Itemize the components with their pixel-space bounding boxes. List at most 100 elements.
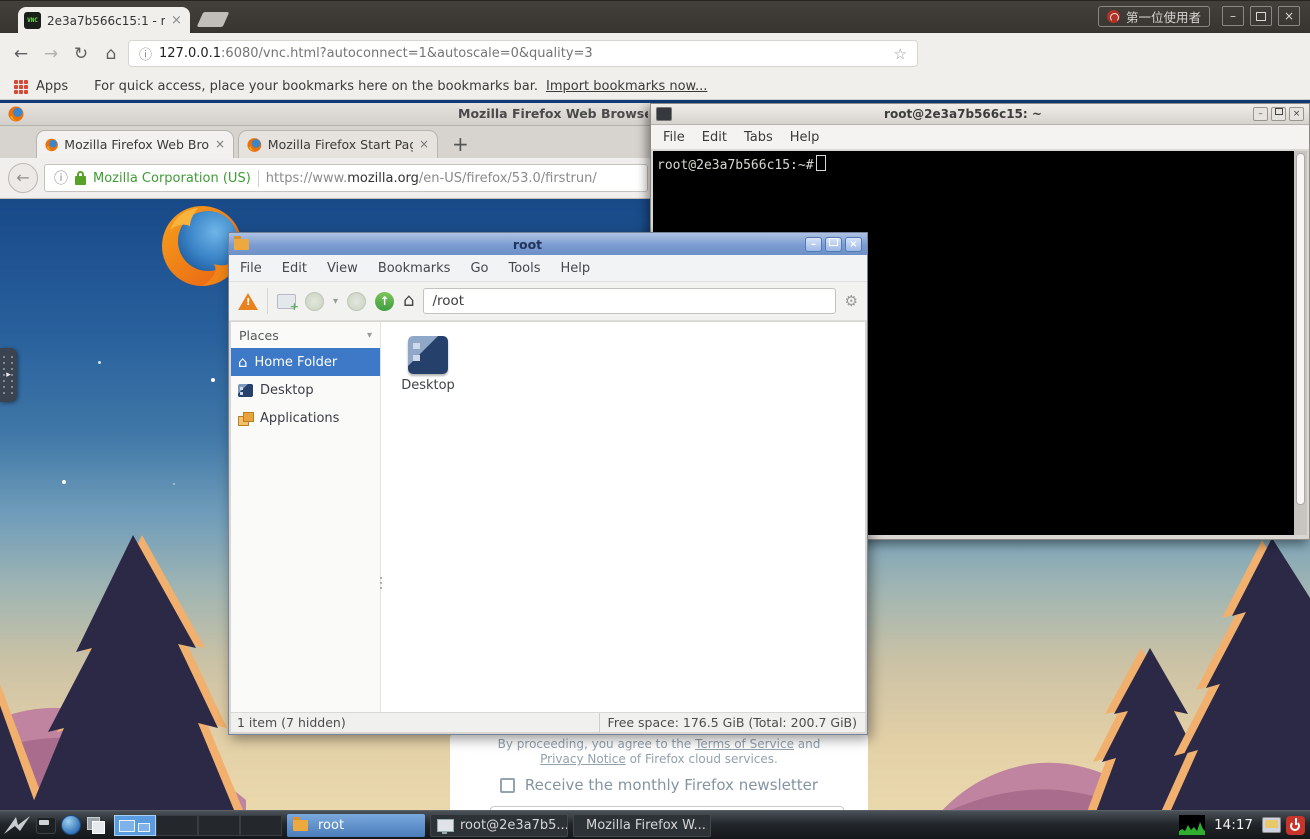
terms-of-service-link[interactable]: Terms of Service [695,737,794,751]
menu-help[interactable]: Help [561,261,591,276]
show-desktop-icon[interactable] [36,817,56,834]
maximize-icon [1256,12,1266,21]
close-icon: × [1293,109,1301,119]
firefox-tab[interactable]: Mozilla Firefox Start Page × [238,130,438,158]
path-bar[interactable]: /root [423,288,835,314]
workspace-1[interactable] [114,815,156,836]
fm-maximize-button[interactable] [825,237,842,252]
window-close-button[interactable]: × [1278,6,1300,26]
profile-badge[interactable]: 第一位使用者 [1098,6,1210,27]
newsletter-checkbox[interactable] [500,778,515,793]
task-label: root@2e3a7b5... [460,818,568,833]
page-info-icon[interactable]: ⓘ [54,168,68,188]
desktop-icon [238,384,253,397]
reload-icon[interactable]: ↻ [68,41,94,67]
novnc-control-handle[interactable]: ▸ [0,348,17,402]
back-icon[interactable]: ← [8,163,38,193]
window-minimize-button[interactable]: – [1222,6,1244,26]
novnc-favicon: VNC [24,12,41,29]
terminal-minimize-button[interactable]: – [1253,107,1268,121]
lxde-menu-icon[interactable] [3,814,31,836]
menu-file[interactable]: File [663,130,685,145]
forward-icon[interactable]: → [38,41,64,67]
file-manager-titlebar[interactable]: root – × [229,233,867,255]
menu-tabs[interactable]: Tabs [744,130,773,145]
apps-grid-icon[interactable] [14,80,28,94]
identity-label[interactable]: Mozilla Corporation (US) [93,171,251,186]
home-icon[interactable]: ⌂ [98,41,124,67]
close-tab-icon[interactable]: × [419,138,429,151]
close-tab-icon[interactable]: × [171,14,182,27]
tab-label: Mozilla Firefox Web Browser [64,137,209,152]
up-icon[interactable]: ↑ [375,292,394,311]
workspace-pager [114,815,282,836]
file-list-pane[interactable]: Desktop [381,322,865,712]
menu-tools[interactable]: Tools [508,261,540,276]
workspace-2[interactable] [156,815,198,836]
status-free-space: Free space: 176.5 GiB (Total: 200.7 GiB) [599,713,865,732]
tab-label: Mozilla Firefox Start Page [268,137,413,152]
sidebar-item-applications[interactable]: Applications [231,404,380,432]
firefox-address-bar[interactable]: ⓘ Mozilla Corporation (US) https://www.m… [44,164,648,192]
browser-tab[interactable]: VNC 2e3a7b566c15:1 - noVNC × [18,7,190,34]
firefox-tab-active[interactable]: Mozilla Firefox Web Browser × [36,130,234,158]
sidebar-item-home-folder[interactable]: ⌂ Home Folder [231,348,380,376]
menu-go[interactable]: Go [470,261,488,276]
chevron-down-icon: ▾ [367,330,372,341]
taskbar-task-terminal[interactable]: root@2e3a7b5... [430,814,568,837]
close-tab-icon[interactable]: × [215,138,225,151]
star-dot [98,361,101,364]
tos-text: and [794,737,820,751]
page-info-icon[interactable]: ⓘ [139,44,152,63]
side-pane-gear-icon[interactable]: ⚙ [845,292,858,310]
new-tab-icon[interactable]: + [277,294,296,309]
warning-icon[interactable]: ! [238,293,258,310]
firefox-icon [247,137,262,153]
back-icon[interactable] [305,292,324,311]
terminal-scrollbar[interactable] [1294,151,1307,535]
fm-close-button[interactable]: × [845,237,862,252]
menu-view[interactable]: View [327,261,358,276]
privacy-notice-link[interactable]: Privacy Notice [540,752,626,766]
file-manager-title: root [253,237,802,252]
url-host: 127.0.0.1 [159,46,221,61]
home-icon[interactable]: ⌂ [403,292,414,310]
sidebar-item-desktop[interactable]: Desktop [231,376,380,404]
taskbar-task-root[interactable]: root [287,814,425,837]
address-bar[interactable]: ⓘ 127.0.0.1:6080/vnc.html?autoconnect=1&… [128,40,918,67]
web-browser-icon[interactable] [61,815,81,835]
file-item-desktop[interactable]: Desktop [395,336,461,393]
terminal-titlebar[interactable]: root@2e3a7b566c15: ~ – × [651,104,1309,125]
new-tab-button[interactable] [197,12,230,27]
forward-icon[interactable] [347,292,366,311]
terminal-close-button[interactable]: × [1289,107,1304,121]
menu-file[interactable]: File [240,261,262,276]
new-tab-icon[interactable]: + [452,132,469,156]
menu-edit[interactable]: Edit [702,130,727,145]
menu-bookmarks[interactable]: Bookmarks [378,261,451,276]
workspace-4[interactable] [240,815,282,836]
terminal-maximize-button[interactable] [1271,107,1286,121]
apps-label[interactable]: Apps [36,79,68,94]
minimize-icon: – [811,239,816,250]
display-settings-icon[interactable] [1262,817,1281,833]
terminal-icon [656,107,672,121]
file-manager-content: Places ▾ ⌂ Home Folder Desktop Applicati… [231,322,865,712]
import-bookmarks-link[interactable]: Import bookmarks now... [546,79,707,94]
bookmark-star-icon[interactable]: ☆ [894,45,907,63]
window-maximize-button[interactable] [1250,6,1272,26]
taskbar-task-firefox[interactable]: Mozilla Firefox W... [573,814,711,837]
power-icon[interactable] [1286,816,1305,835]
menu-help[interactable]: Help [790,130,820,145]
applications-icon [238,412,253,425]
divider [267,288,268,314]
places-header[interactable]: Places ▾ [231,322,380,348]
chevron-down-icon[interactable]: ▾ [333,296,338,307]
menu-edit[interactable]: Edit [282,261,307,276]
scrollbar-thumb[interactable] [1296,153,1305,505]
back-icon[interactable]: ← [8,41,34,67]
iconify-windows-icon[interactable] [86,816,106,834]
fm-minimize-button[interactable]: – [805,237,822,252]
minimize-icon: – [1258,109,1263,119]
workspace-3[interactable] [198,815,240,836]
